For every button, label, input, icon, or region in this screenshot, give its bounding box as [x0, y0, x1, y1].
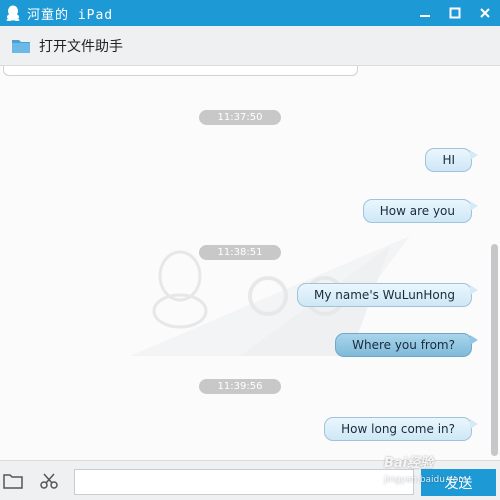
message-bubble[interactable]: How are you — [362, 199, 479, 223]
watermark-url: jingyan.baidu.com — [384, 475, 468, 485]
message-bubble[interactable]: Where you from? — [335, 333, 478, 357]
site-watermark: Bai经验 jingyan.baidu.com — [384, 452, 500, 486]
maximize-button[interactable] — [440, 0, 470, 26]
open-file-assistant-button[interactable]: 打开文件助手 — [0, 36, 123, 56]
window-title: 河童的 iPad — [27, 7, 114, 23]
toolbar: 打开文件助手 — [0, 26, 500, 66]
maximize-icon — [449, 4, 461, 23]
qq-penguin-icon — [2, 0, 24, 26]
message-bubble[interactable]: How long come in? — [324, 417, 478, 441]
timestamp: 11:37:50 — [199, 110, 281, 125]
timestamp: 11:39:56 — [199, 379, 281, 394]
minimize-button[interactable] — [410, 0, 440, 26]
folder-icon[interactable] — [2, 471, 24, 491]
chat-history[interactable]: 11:37:50 HI How are you 11:38:51 My name… — [0, 66, 500, 460]
minimize-icon — [419, 4, 431, 23]
watermark-brand-cn: 经验 — [407, 456, 434, 471]
scrollbar[interactable] — [489, 244, 500, 456]
scissors-icon[interactable] — [38, 471, 60, 491]
close-button[interactable] — [470, 0, 500, 26]
message-input[interactable] — [74, 469, 414, 495]
close-icon — [479, 4, 491, 23]
open-file-assistant-label: 打开文件助手 — [39, 38, 123, 55]
previous-message-card — [3, 66, 358, 76]
scrollbar-thumb[interactable] — [491, 244, 498, 456]
watermark-brand: Bai — [384, 456, 408, 471]
message-bubble[interactable]: HI — [425, 148, 478, 172]
timestamp: 11:38:51 — [199, 245, 281, 260]
message-bubble[interactable]: My name's WuLunHong — [297, 283, 478, 307]
folder-icon — [11, 37, 33, 55]
title-bar: 河童的 iPad — [0, 0, 500, 26]
